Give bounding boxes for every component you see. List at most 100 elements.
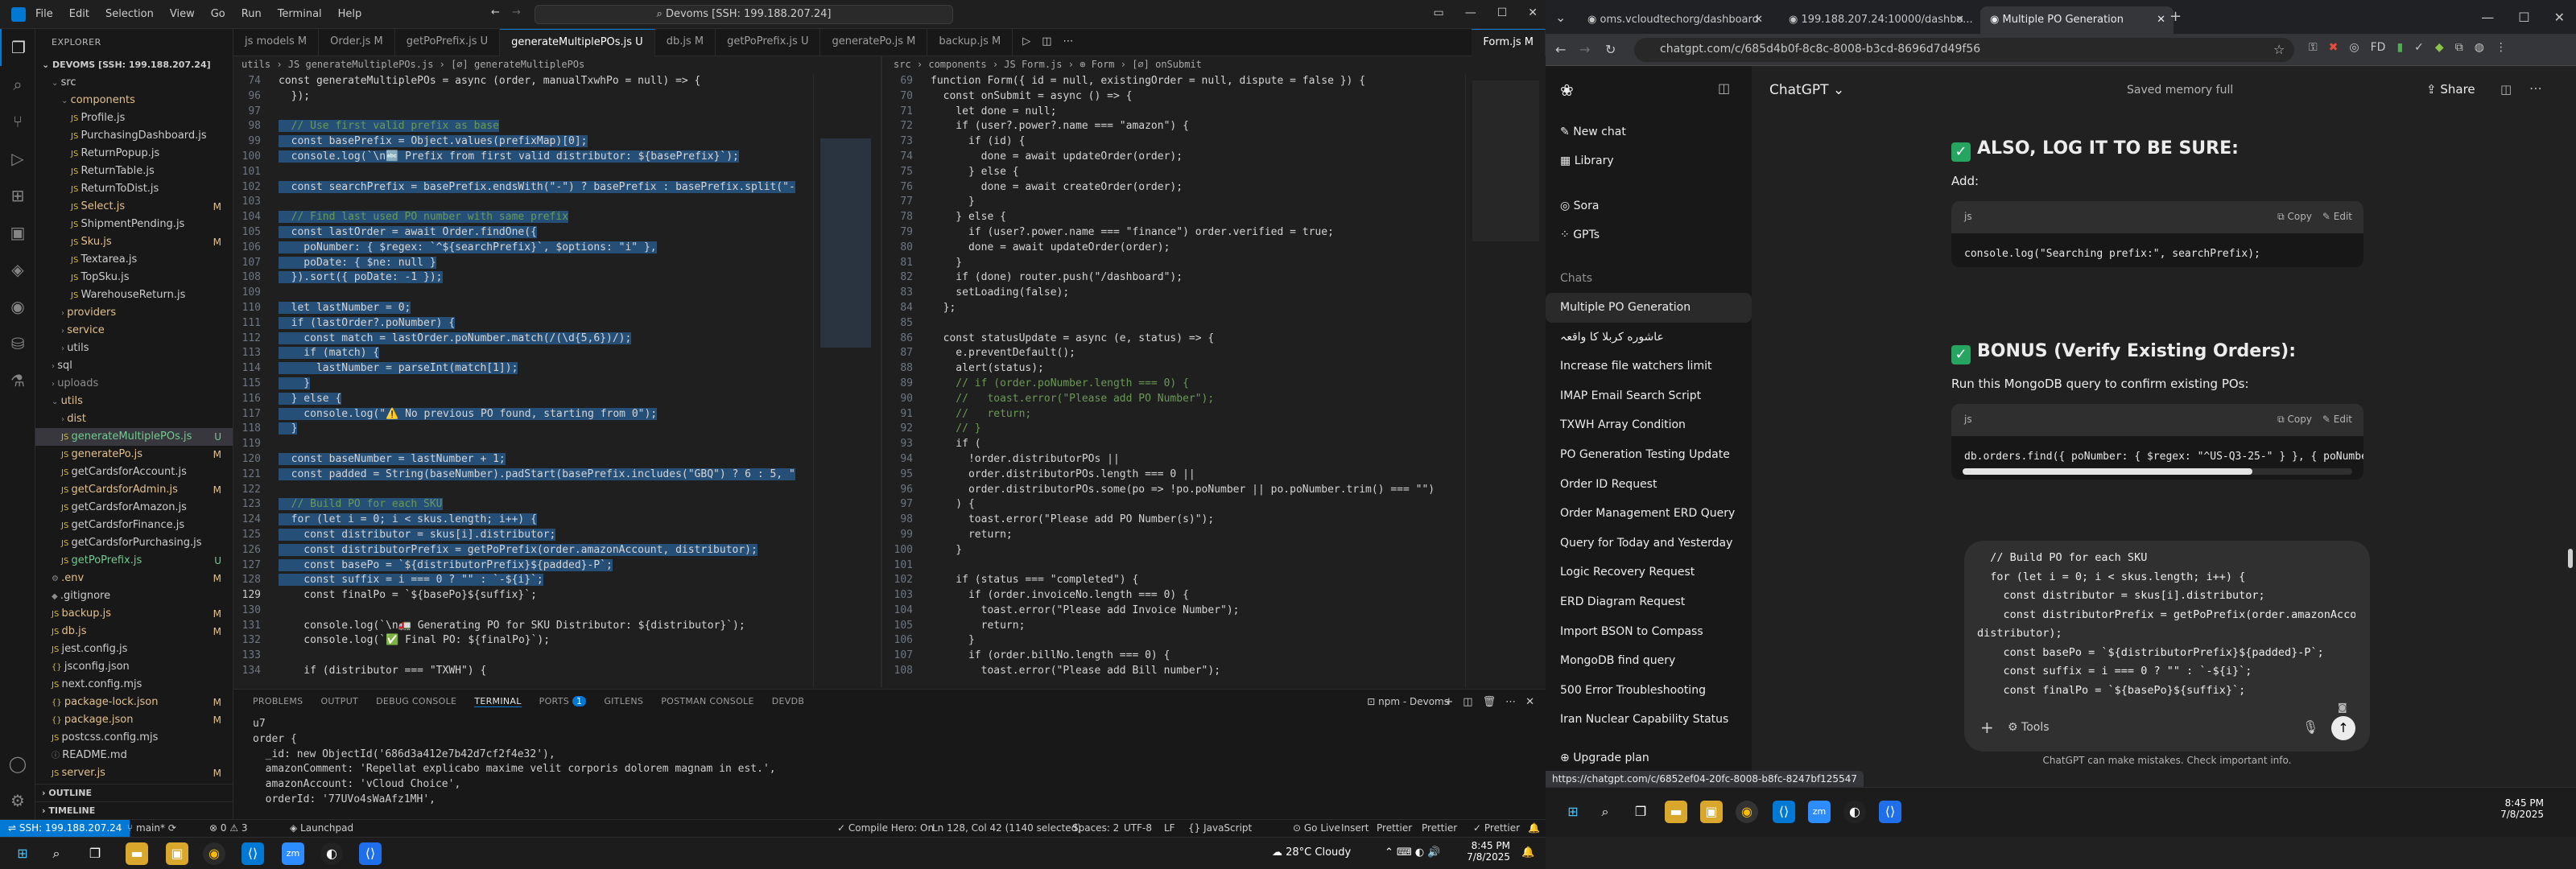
tab-close-icon[interactable]: ✕ [2157,14,2165,26]
library-button[interactable]: ▦ Library [1546,146,1752,175]
windows-start-icon[interactable]: ⊞ [11,842,34,865]
panel-tab-postman-console[interactable]: POSTMAN CONSOLE [661,696,754,707]
page-scrollbar[interactable] [2568,549,2573,568]
toggle-sidebar-icon[interactable]: ◫ [1718,80,1730,96]
run-debug-icon[interactable]: ▷ [0,140,35,177]
browser-tab[interactable]: ◉ oms.vcloudtechorg/dashboard ✕ [1578,6,1771,34]
file-item[interactable]: ◆ .gitignore [35,587,233,605]
file-item[interactable]: ⓘ README.md [35,747,233,764]
chat-composer[interactable]: // Build PO for each SKU for (let i = 0;… [1964,541,2370,752]
close-icon[interactable]: ✕ [1528,6,1538,19]
editor-tab[interactable]: generatePo.js M [820,29,928,56]
task-view-icon-2[interactable]: ❐ [1629,801,1652,823]
file-item[interactable]: JS ShipmentPending.js [35,216,233,233]
chat-history-item[interactable]: MongoDB find query [1546,646,1752,676]
split-terminal-icon[interactable]: ◫ [1463,696,1472,708]
composer-textarea[interactable]: // Build PO for each SKU for (let i = 0;… [1977,549,2355,706]
sora-button[interactable]: ◎ Sora [1546,192,1752,220]
menu-item-file[interactable]: File [35,8,53,20]
menu-item-help[interactable]: Help [338,8,362,20]
extension-icon-6[interactable]: ✓ [2414,41,2424,54]
file-item[interactable]: JS ReturnPopup.js [35,145,233,163]
store-icon[interactable]: ▣ [166,842,188,865]
panel-tab-debug-console[interactable]: DEBUG CONSOLE [376,696,456,707]
microphone-icon[interactable]: 🎙 [2302,719,2318,735]
file-item[interactable]: JS ReturnToDist.js [35,180,233,198]
run-icon[interactable]: ▷ [1022,35,1030,49]
encoding[interactable]: UTF-8 [1124,822,1152,834]
postman-icon[interactable]: ◉ [0,288,35,325]
gpts-button[interactable]: ⁘ GPTs [1546,220,1752,249]
app-icon-2[interactable]: ◐ [1843,801,1866,823]
chrome-close-icon[interactable]: ✕ [2554,10,2565,25]
settings-gear-icon[interactable]: ⚙ [0,782,35,819]
copy-code-button-2[interactable]: ⧉ Copy [2277,414,2312,426]
file-item[interactable]: JS generateMultiplePOs.js U [35,428,233,446]
file-item[interactable]: JS getCardsforAccount.js [35,463,233,481]
chat-history-item[interactable]: ERD Diagram Request [1546,587,1752,617]
folder-item[interactable]: › dist [35,410,233,428]
prettier-status-2[interactable]: Prettier [1422,822,1457,834]
timeline-section[interactable]: › TIMELINE [35,801,233,819]
nav-back-icon[interactable]: ← [491,6,500,19]
chat-history-item[interactable]: PO Generation Testing Update [1546,440,1752,470]
chat-history-item[interactable]: Multiple PO Generation [1546,293,1752,323]
folder-item[interactable]: › uploads [35,375,233,393]
chat-history-item[interactable]: Increase file watchers limit [1546,352,1752,381]
file-item[interactable]: JS PurchasingDashboard.js [35,127,233,145]
attach-plus-icon[interactable]: + [1980,718,1994,737]
folder-item[interactable]: › utils [35,340,233,357]
indentation[interactable]: Spaces: 2 [1072,822,1119,834]
add-terminal-icon[interactable]: + [1444,696,1453,708]
go-live-button[interactable]: ⊙ Go Live [1293,822,1340,834]
taskbar-search-icon[interactable]: ⌕ [45,842,68,865]
clock-left[interactable]: 8:45 PM 7/8/2025 [1462,840,1510,863]
zoom-icon-2[interactable]: zm [1808,801,1831,823]
menu-item-terminal[interactable]: Terminal [278,8,322,20]
notification-center-icon[interactable]: 🔔 [1521,846,1534,859]
terminal-output[interactable]: u7 order { _id: new ObjectId('686d3a412e7… [233,714,1546,811]
store-icon-2[interactable]: ▣ [1700,801,1723,823]
bookmark-star-icon[interactable]: ☆ [2273,42,2285,57]
menu-item-view[interactable]: View [170,8,195,20]
command-center[interactable]: ⌕ Devoms [SSH: 199.188.207.24] [535,5,953,24]
notifications-bell-icon[interactable]: 🔔 [1528,822,1540,834]
task-view-icon[interactable]: ❐ [84,842,106,865]
file-item[interactable]: JS getCardsforPurchasing.js [35,534,233,552]
send-button[interactable]: ↑ [2331,716,2355,740]
file-item[interactable]: {} jsconfig.json [35,658,233,676]
chrome-icon-2[interactable]: ◉ [1736,801,1758,823]
more-actions-icon[interactable]: ⋯ [1063,35,1074,49]
breadcrumb-left[interactable]: utils › JS generateMultiplePOs.js › [∅] … [233,56,877,74]
copy-code-button-1[interactable]: ⧉ Copy [2277,211,2312,223]
chat-history-item[interactable]: Query for Today and Yesterday [1546,529,1752,558]
tab-close-icon[interactable]: ✕ [1955,14,1964,26]
editor-left[interactable]: 74 const generateMultiplePOs = async (ord… [233,74,813,687]
zoom-icon[interactable]: zm [282,842,304,865]
outline-section[interactable]: › OUTLINE [35,784,233,801]
folder-item[interactable]: ⌄ utils [35,393,233,410]
weather-widget[interactable]: ☁ 28°C Cloudy [1272,846,1351,859]
file-item[interactable]: ⚙ .env M [35,570,233,587]
editor-tab[interactable]: getPoPrefix.js U [395,29,501,56]
file-item[interactable]: JS postcss.config.mjs [35,729,233,747]
accounts-icon[interactable]: ◯ [0,745,35,782]
problems-indicator[interactable]: ⊗ 0 ⚠ 3 [209,822,248,834]
language-mode[interactable]: {} JavaScript [1188,822,1252,834]
tab-search-icon[interactable]: ⌄ [1555,10,1566,25]
menu-item-selection[interactable]: Selection [105,8,154,20]
minimap-right-slider[interactable] [1472,80,1539,241]
tools-button[interactable]: ⚙ Tools [2008,721,2050,734]
editor-tab[interactable]: getPoPrefix.js U [716,29,821,56]
file-item[interactable]: JS db.js M [35,623,233,640]
share-button[interactable]: ⇪ Share [2426,82,2475,97]
file-item[interactable]: {} package-lock.json M [35,694,233,711]
vscode-alt-icon[interactable]: ⟨⟩ [359,842,382,865]
chrome-menu-icon[interactable]: ⋮ [2496,41,2507,54]
remote-indicator[interactable]: ⇌ SSH: 199.188.207.24 [0,820,130,838]
clock-right[interactable]: 8:45 PM 7/8/2025 [2496,797,2544,820]
horizontal-scrollbar[interactable] [1963,468,2352,475]
composer-badge-icon[interactable]: ◙ [2338,702,2347,713]
chat-history-item[interactable]: IMAP Email Search Script [1546,381,1752,411]
view-toggle-icon[interactable]: ◫ [2500,82,2512,97]
